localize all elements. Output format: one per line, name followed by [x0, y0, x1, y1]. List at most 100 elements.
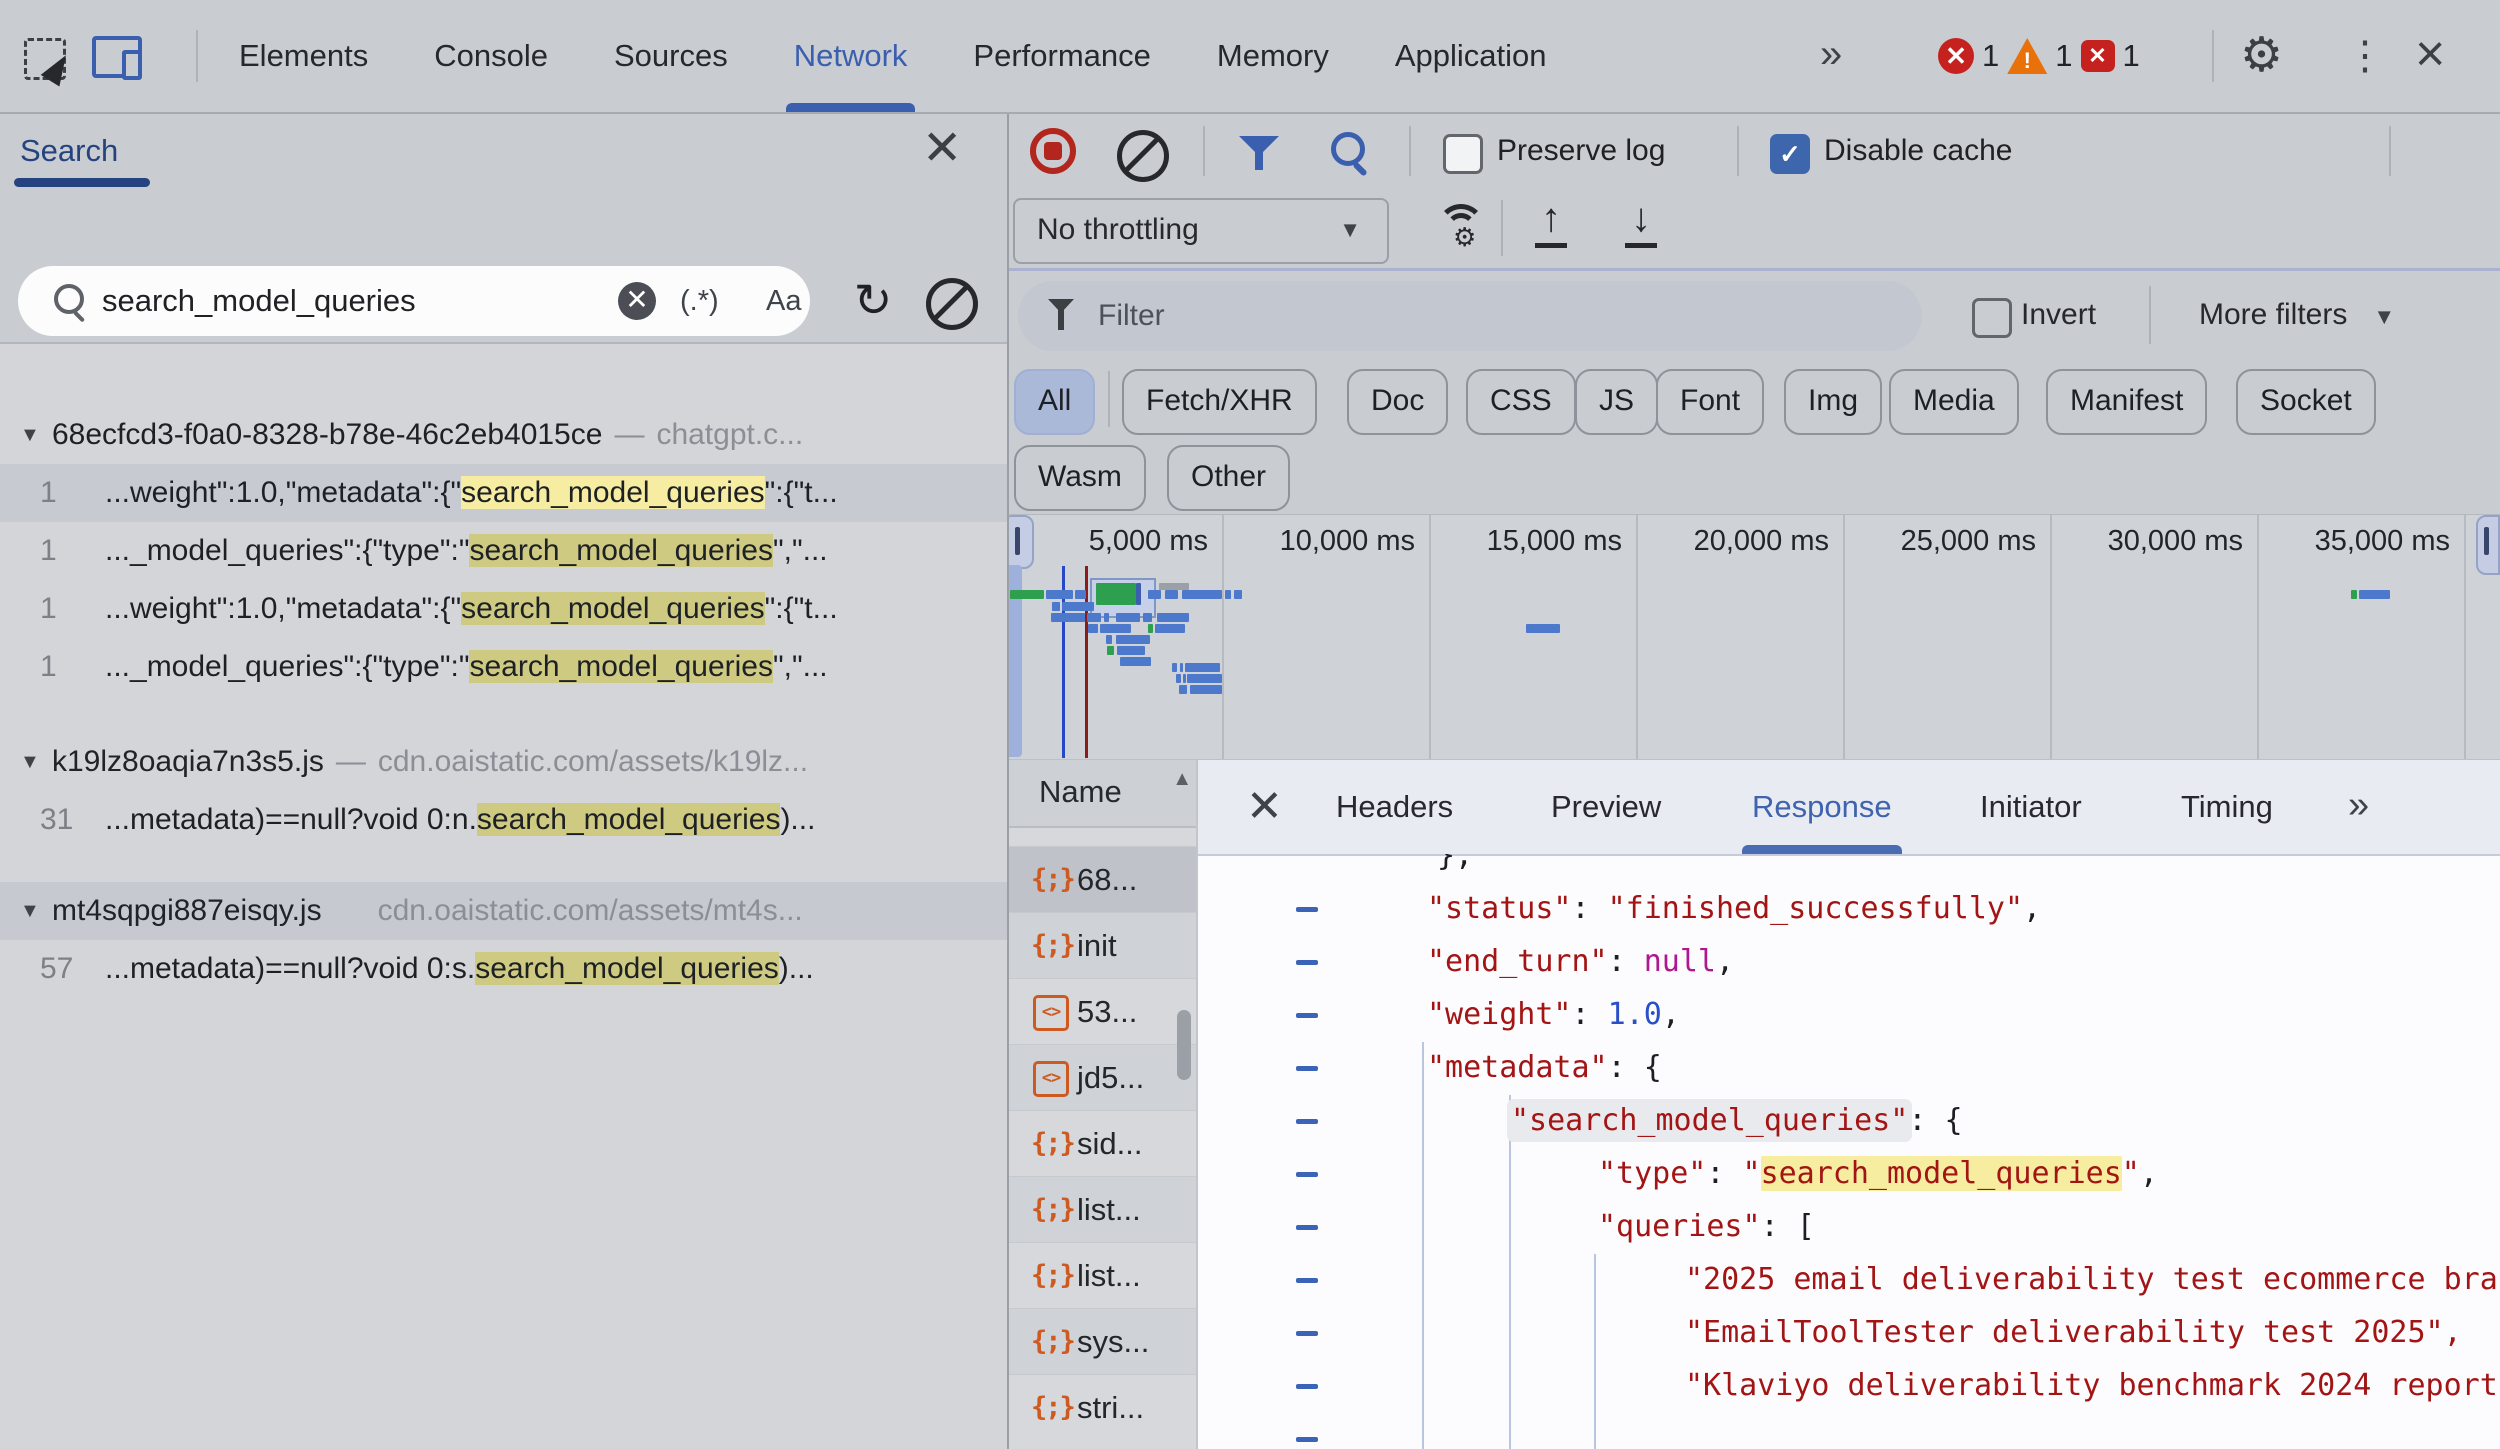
- tab-response[interactable]: Response: [1752, 760, 1892, 854]
- waterfall-bar[interactable]: [1046, 590, 1073, 599]
- tab-sources[interactable]: Sources: [614, 0, 728, 112]
- name-column-header[interactable]: Name ▲: [1009, 760, 1196, 828]
- filter-funnel-icon[interactable]: [1239, 132, 1279, 172]
- filter-chip-img[interactable]: Img: [1784, 369, 1882, 435]
- match-case-toggle[interactable]: Aa: [766, 266, 801, 336]
- filter-chip-socket[interactable]: Socket: [2236, 369, 2376, 435]
- tab-application[interactable]: Application: [1395, 0, 1547, 112]
- filter-chip-manifest[interactable]: Manifest: [2046, 369, 2207, 435]
- waterfall-bar[interactable]: [1062, 602, 1094, 611]
- fold-marker[interactable]: [1296, 1225, 1318, 1230]
- refresh-search-icon[interactable]: ↻: [848, 266, 898, 336]
- tab-memory[interactable]: Memory: [1217, 0, 1329, 112]
- filter-chip-wasm[interactable]: Wasm: [1014, 445, 1146, 511]
- tab-performance[interactable]: Performance: [973, 0, 1150, 112]
- filter-chip-js[interactable]: JS: [1575, 369, 1658, 435]
- error-badge-icon[interactable]: ✕: [1938, 38, 1974, 74]
- inspect-element-icon[interactable]: [24, 38, 66, 80]
- waterfall-bar[interactable]: [1052, 602, 1060, 611]
- settings-gear-icon[interactable]: ⚙: [2240, 0, 2283, 112]
- export-har-icon[interactable]: ↓: [1619, 194, 1663, 250]
- waterfall-bar[interactable]: [1010, 590, 1044, 599]
- search-match-row[interactable]: 1 ..._model_queries":{"type":"search_mod…: [0, 638, 1007, 696]
- waterfall-bar[interactable]: [1187, 674, 1222, 683]
- search-match-row[interactable]: 31 ...metadata)==null?void 0:n.search_mo…: [0, 791, 1007, 849]
- waterfall-bar[interactable]: [1107, 646, 1114, 655]
- network-search-icon[interactable]: [1331, 132, 1365, 166]
- waterfall-bar[interactable]: [1104, 613, 1109, 622]
- tab-initiator[interactable]: Initiator: [1980, 760, 2082, 854]
- waterfall-bar[interactable]: [1051, 613, 1085, 622]
- search-match-row[interactable]: 57 ...metadata)==null?void 0:s.search_mo…: [0, 940, 1007, 998]
- filter-chip-all[interactable]: All: [1014, 369, 1095, 435]
- waterfall-bar[interactable]: [1183, 674, 1186, 683]
- waterfall-bar[interactable]: [1185, 663, 1220, 672]
- more-tabs-icon[interactable]: »: [1820, 0, 1838, 108]
- kebab-menu-icon[interactable]: ⋮: [2345, 0, 2385, 112]
- waterfall-bar[interactable]: [1165, 590, 1178, 599]
- invert-checkbox[interactable]: [1972, 298, 2012, 338]
- import-har-icon[interactable]: ↑: [1529, 194, 1573, 250]
- tab-console[interactable]: Console: [434, 0, 548, 112]
- waterfall-bar[interactable]: [1096, 583, 1136, 605]
- result-group-header[interactable]: ▼ k19lz8oaqia7n3s5.js—cdn.oaistatic.com/…: [0, 733, 1007, 791]
- waterfall-bar[interactable]: [1116, 613, 1140, 622]
- fold-marker[interactable]: [1296, 1278, 1318, 1283]
- request-row[interactable]: <>53...: [1009, 978, 1196, 1045]
- filter-chip-fetch-xhr[interactable]: Fetch/XHR: [1122, 369, 1317, 435]
- network-conditions-icon[interactable]: ⚙: [1437, 204, 1485, 244]
- request-row[interactable]: {;}sid...: [1009, 1110, 1196, 1177]
- waterfall-bar[interactable]: [1148, 590, 1161, 599]
- waterfall-bar[interactable]: [1136, 583, 1141, 605]
- disable-cache-checkbox[interactable]: ✓: [1770, 134, 1810, 174]
- waterfall-bar[interactable]: [1100, 624, 1131, 633]
- preserve-log-checkbox[interactable]: [1443, 134, 1483, 174]
- tab-network[interactable]: Network: [794, 0, 908, 112]
- waterfall-bar[interactable]: [2359, 590, 2390, 599]
- waterfall-bar[interactable]: [1148, 624, 1153, 633]
- filter-input[interactable]: Filter: [1018, 281, 1922, 351]
- overview-right-handle[interactable]: [2476, 515, 2500, 575]
- issues-badge-icon[interactable]: ✕: [2081, 40, 2115, 72]
- request-row[interactable]: {;}list...: [1009, 1242, 1196, 1309]
- search-panel-title[interactable]: Search: [20, 114, 118, 188]
- clear-network-log-icon[interactable]: [1117, 130, 1169, 182]
- waterfall-bar[interactable]: [1120, 657, 1151, 666]
- waterfall-bar[interactable]: [1143, 613, 1152, 622]
- waterfall-bar[interactable]: [1172, 663, 1177, 672]
- search-match-row[interactable]: 1 ..._model_queries":{"type":"search_mod…: [0, 522, 1007, 580]
- waterfall-bar[interactable]: [1526, 624, 1560, 633]
- tab-elements[interactable]: Elements: [239, 0, 368, 112]
- fold-marker[interactable]: [1296, 1013, 1318, 1018]
- waterfall-bar[interactable]: [1157, 613, 1189, 622]
- tab-preview[interactable]: Preview: [1551, 760, 1661, 854]
- waterfall-bar[interactable]: [1116, 635, 1150, 644]
- search-match-row[interactable]: 1 ...weight":1.0,"metadata":{"search_mod…: [0, 464, 1007, 522]
- waterfall-bar[interactable]: [1225, 590, 1231, 599]
- filter-chip-media[interactable]: Media: [1889, 369, 2019, 435]
- throttling-dropdown[interactable]: No throttling ▼: [1013, 198, 1389, 264]
- fold-marker[interactable]: [1296, 1119, 1318, 1124]
- fold-marker[interactable]: [1296, 907, 1318, 912]
- waterfall-bar[interactable]: [1106, 635, 1112, 644]
- scrollbar-thumb[interactable]: [1177, 1010, 1191, 1080]
- waterfall-bar[interactable]: [2351, 590, 2357, 599]
- waterfall-bar[interactable]: [1234, 590, 1242, 599]
- request-row[interactable]: {;}init: [1009, 912, 1196, 979]
- request-row[interactable]: {;}stri...: [1009, 1374, 1196, 1441]
- close-search-panel-icon[interactable]: ✕: [922, 114, 962, 184]
- tab-headers[interactable]: Headers: [1336, 760, 1453, 854]
- waterfall-bar[interactable]: [1117, 646, 1145, 655]
- device-toolbar-icon[interactable]: [92, 36, 142, 78]
- request-row[interactable]: {;}list...: [1009, 1176, 1196, 1243]
- more-detail-tabs-icon[interactable]: »: [2348, 760, 2365, 850]
- filter-chip-doc[interactable]: Doc: [1347, 369, 1448, 435]
- waterfall-bar[interactable]: [1075, 590, 1086, 599]
- waterfall-bar[interactable]: [1087, 613, 1101, 622]
- search-match-row[interactable]: 1 ...weight":1.0,"metadata":{"search_mod…: [0, 580, 1007, 638]
- waterfall-bar[interactable]: [1176, 674, 1181, 683]
- warning-badge-icon[interactable]: !: [2007, 38, 2047, 74]
- close-detail-icon[interactable]: ✕: [1246, 760, 1283, 854]
- scroll-up-icon[interactable]: ▲: [1172, 768, 1192, 791]
- waterfall-bar[interactable]: [1159, 583, 1189, 590]
